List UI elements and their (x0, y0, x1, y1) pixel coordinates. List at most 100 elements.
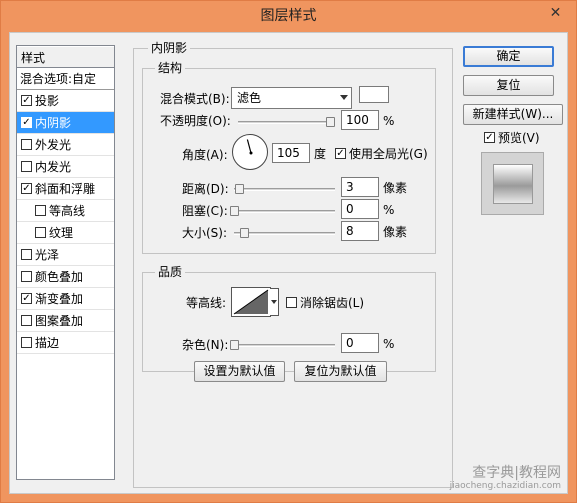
window-title: 图层样式 (260, 8, 317, 24)
style-enable-checkbox[interactable]: ✓ (21, 293, 32, 304)
style-list-item[interactable]: 等高线 (17, 200, 114, 222)
size-input[interactable]: 8 (341, 221, 379, 241)
style-enable-checkbox[interactable]: ✓ (21, 95, 32, 106)
style-item-label: 纹理 (49, 226, 74, 240)
preview-swatch (493, 164, 533, 204)
distance-input[interactable]: 3 (341, 177, 379, 197)
dialog-window: 图层样式 ✕ 样式 混合选项:自定 ✓ 投影 ✓ 内阴影 外发光 内发光 ✓ 斜面和浮雕 等高线… (0, 0, 577, 503)
blend-mode-value: 滤色 (237, 91, 262, 105)
distance-slider-thumb[interactable] (235, 184, 244, 194)
contour-label: 等高线: (186, 296, 227, 310)
style-list-item[interactable]: 图案叠加 (17, 310, 114, 332)
style-item-label: 内阴影 (35, 116, 72, 130)
anti-alias-checkbox[interactable]: 消除锯齿(L) (286, 295, 364, 311)
style-item-label: 颜色叠加 (35, 270, 84, 284)
angle-unit: 度 (314, 147, 327, 161)
style-list-item[interactable]: 描边 (17, 332, 114, 354)
style-list-item[interactable]: 颜色叠加 (17, 266, 114, 288)
style-list-item[interactable]: 纹理 (17, 222, 114, 244)
preview-checkbox[interactable]: ✓ 预览(V) (484, 130, 540, 146)
style-list-item[interactable]: ✓ 内阴影 (17, 112, 114, 134)
blend-color-swatch[interactable] (359, 86, 389, 103)
watermark-line2: jiaocheng.chazidian.com (449, 481, 561, 491)
choke-slider-thumb[interactable] (230, 206, 239, 216)
opacity-slider[interactable] (238, 117, 335, 127)
style-enable-checkbox[interactable] (35, 205, 46, 216)
blending-options-item[interactable]: 混合选项:自定 (17, 68, 114, 90)
structure-title: 结构 (155, 61, 186, 75)
noise-label: 杂色(N): (182, 338, 229, 352)
choke-label: 阻塞(C): (182, 204, 228, 218)
style-enable-checkbox[interactable] (21, 161, 32, 172)
close-button[interactable]: ✕ (539, 3, 572, 25)
new-style-button[interactable]: 新建样式(W)... (463, 104, 563, 125)
inner-shadow-panel: 内阴影 结构 混合模式(B): 滤色 不透明度(O): 100 % 角度(A): (133, 41, 453, 488)
style-item-label: 投影 (35, 94, 60, 108)
anti-alias-check[interactable] (286, 297, 297, 308)
style-list-item[interactable]: ✓ 渐变叠加 (17, 288, 114, 310)
style-list-item[interactable]: 外发光 (17, 134, 114, 156)
style-item-label: 渐变叠加 (35, 292, 84, 306)
distance-slider[interactable] (234, 184, 335, 194)
style-preview (481, 152, 544, 215)
style-enable-checkbox[interactable]: ✓ (21, 183, 32, 194)
watermark: 查字典|教程网 jiaocheng.chazidian.com (450, 465, 561, 491)
dialog-client: 样式 混合选项:自定 ✓ 投影 ✓ 内阴影 外发光 内发光 ✓ 斜面和浮雕 等高线 纹理 光泽 颜色叠… (9, 32, 568, 494)
styles-list-header[interactable]: 样式 (17, 46, 114, 68)
size-label: 大小(S): (182, 226, 228, 240)
style-list-item[interactable]: 内发光 (17, 156, 114, 178)
structure-group: 结构 混合模式(B): 滤色 不透明度(O): 100 % 角度(A): 105… (142, 61, 436, 254)
style-item-label: 斜面和浮雕 (35, 182, 96, 196)
style-enable-checkbox[interactable] (21, 139, 32, 150)
style-item-label: 光泽 (35, 248, 60, 262)
preview-check[interactable]: ✓ (484, 132, 495, 143)
global-light-checkbox[interactable]: ✓ 使用全局光(G) (335, 146, 428, 162)
style-item-label: 等高线 (49, 204, 86, 218)
choke-slider[interactable] (230, 206, 335, 216)
style-enable-checkbox[interactable] (21, 249, 32, 260)
contour-dropdown[interactable] (270, 288, 279, 316)
global-light-label: 使用全局光(G) (349, 147, 428, 161)
size-unit: 像素 (383, 225, 408, 239)
style-item-label: 描边 (35, 336, 60, 350)
style-item-label: 内发光 (35, 160, 72, 174)
blend-mode-select[interactable]: 滤色 (231, 87, 352, 109)
style-item-label: 外发光 (35, 138, 72, 152)
reset-default-button[interactable]: 复位为默认值 (294, 361, 387, 382)
style-list-item[interactable]: ✓ 投影 (17, 90, 114, 112)
angle-dial[interactable] (232, 134, 268, 170)
quality-group: 品质 等高线: 消除锯齿(L) 杂色(N): 0 % (142, 265, 436, 372)
choke-input[interactable]: 0 (341, 199, 379, 219)
choke-unit: % (383, 203, 395, 217)
noise-input[interactable]: 0 (341, 333, 379, 353)
size-slider[interactable] (234, 228, 335, 238)
opacity-input[interactable]: 100 (341, 110, 379, 130)
style-enable-checkbox[interactable]: ✓ (21, 117, 32, 128)
preview-label: 预览(V) (498, 131, 540, 145)
global-light-check[interactable]: ✓ (335, 148, 346, 159)
distance-label: 距离(D): (182, 182, 229, 196)
watermark-line1: 查字典|教程网 (472, 465, 561, 481)
style-list-item[interactable]: 光泽 (17, 244, 114, 266)
style-list-item[interactable]: ✓ 斜面和浮雕 (17, 178, 114, 200)
contour-picker[interactable] (231, 287, 279, 317)
anti-alias-label: 消除锯齿(L) (300, 296, 365, 310)
noise-slider[interactable] (230, 340, 335, 350)
style-enable-checkbox[interactable] (21, 337, 32, 348)
style-enable-checkbox[interactable] (21, 271, 32, 282)
opacity-slider-thumb[interactable] (326, 117, 335, 127)
contour-curve-icon (233, 289, 269, 315)
size-slider-thumb[interactable] (240, 228, 249, 238)
close-icon: ✕ (549, 5, 562, 21)
angle-input[interactable]: 105 (272, 143, 310, 163)
style-enable-checkbox[interactable] (35, 227, 46, 238)
reset-button[interactable]: 复位 (463, 75, 554, 96)
ok-button[interactable]: 确定 (463, 46, 554, 67)
noise-slider-thumb[interactable] (230, 340, 239, 350)
opacity-label: 不透明度(O): (160, 114, 231, 128)
angle-needle-icon (246, 139, 253, 155)
style-enable-checkbox[interactable] (21, 315, 32, 326)
chevron-down-icon (271, 300, 277, 304)
set-default-button[interactable]: 设置为默认值 (194, 361, 285, 382)
noise-unit: % (383, 337, 395, 351)
